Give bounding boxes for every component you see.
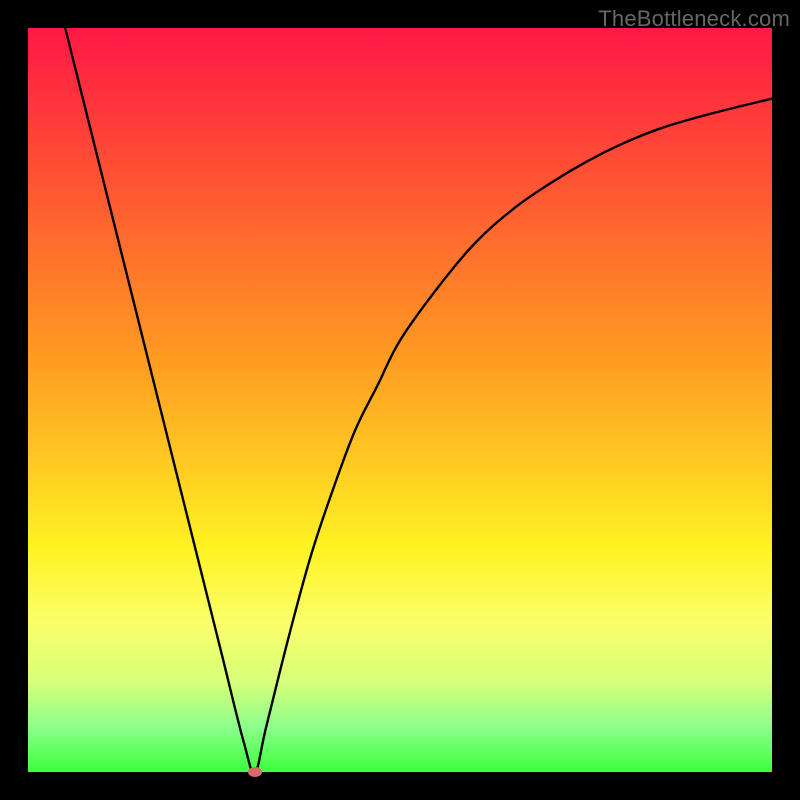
chart-frame: TheBottleneck.com [0, 0, 800, 800]
curve-layer [28, 28, 772, 772]
bottleneck-curve [65, 28, 772, 772]
min-marker [248, 767, 262, 777]
plot-area [28, 28, 772, 772]
